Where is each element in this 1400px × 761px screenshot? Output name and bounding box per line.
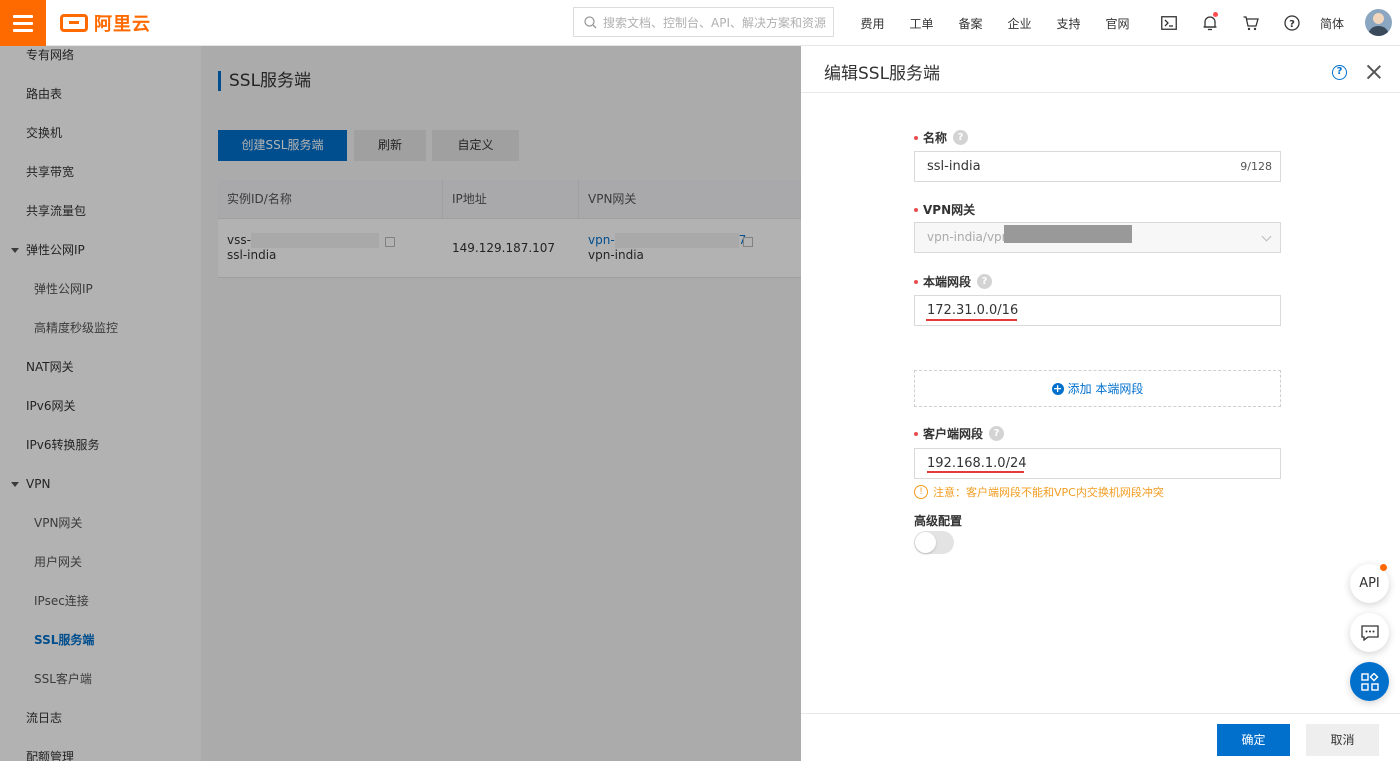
- warning-icon: !: [914, 485, 928, 499]
- svg-text:?: ?: [1289, 19, 1295, 30]
- required-dot: [914, 135, 918, 140]
- terminal-icon[interactable]: [1148, 0, 1189, 46]
- required-dot: [914, 279, 918, 284]
- local-cidr-value: 172.31.0.0/16: [927, 303, 1019, 318]
- help-circle-icon[interactable]: ?: [1271, 0, 1312, 46]
- char-count: 9/128: [1240, 160, 1272, 173]
- name-label-text: 名称: [923, 131, 948, 145]
- question-icon[interactable]: ?: [989, 426, 1005, 441]
- drawer-footer: 确定 取消: [801, 713, 1400, 761]
- close-icon[interactable]: [1367, 65, 1381, 79]
- advanced-config-toggle[interactable]: [914, 531, 954, 554]
- nav-enterprise[interactable]: 企业: [995, 15, 1044, 32]
- question-icon[interactable]: ?: [953, 130, 969, 145]
- search-placeholder: 搜索文档、控制台、API、解决方案和资源: [603, 15, 826, 30]
- required-dot: [914, 207, 918, 212]
- api-button[interactable]: API: [1350, 564, 1389, 603]
- logo-mark-icon: [60, 14, 88, 32]
- vpn-gateway-label: VPN网关: [914, 201, 975, 218]
- local-cidr-label-text: 本端网段: [923, 275, 972, 289]
- toggle-knob: [915, 532, 936, 553]
- add-local-cidr-label: 添加 本端网段: [1067, 382, 1144, 396]
- vpn-gateway-select: vpn-india/vpn-: [914, 222, 1281, 253]
- nav-icp[interactable]: 备案: [946, 15, 995, 32]
- local-cidr-label: 本端网段 ?: [914, 273, 993, 290]
- apps-icon[interactable]: [1350, 662, 1389, 701]
- add-local-cidr-button[interactable]: + 添加 本端网段: [914, 370, 1281, 407]
- nav-support[interactable]: 支持: [1044, 15, 1093, 32]
- client-cidr-input[interactable]: 192.168.1.0/24: [914, 448, 1281, 479]
- name-input[interactable]: ssl-india 9/128: [914, 151, 1281, 182]
- advanced-config-label: 高级配置: [914, 514, 963, 528]
- cancel-button[interactable]: 取消: [1306, 724, 1379, 756]
- nav-tickets[interactable]: 工单: [897, 15, 946, 32]
- aliyun-logo[interactable]: 阿里云: [60, 10, 151, 36]
- modal-overlay[interactable]: [0, 46, 801, 761]
- client-cidr-warning: ! 注意：客户端网段不能和VPC内交换机网段冲突: [914, 484, 1164, 500]
- client-cidr-label: 客户端网段 ?: [914, 425, 1005, 442]
- nav-fees[interactable]: 费用: [848, 15, 897, 32]
- question-icon[interactable]: ?: [977, 274, 993, 289]
- api-label: API: [1359, 576, 1380, 591]
- vpn-gateway-value: vpn-india/vpn-: [927, 230, 1014, 244]
- bell-icon[interactable]: [1189, 0, 1230, 46]
- warning-text: 注意：客户端网段不能和VPC内交换机网段冲突: [933, 486, 1164, 499]
- name-value: ssl-india: [927, 159, 981, 174]
- menu-icon[interactable]: [0, 0, 46, 46]
- redacted-block: [1004, 225, 1132, 243]
- logo-text: 阿里云: [94, 14, 151, 35]
- local-cidr-input[interactable]: 172.31.0.0/16: [914, 295, 1281, 326]
- confirm-button[interactable]: 确定: [1217, 724, 1290, 756]
- required-dot: [914, 431, 918, 436]
- vpn-gateway-label-text: VPN网关: [923, 203, 976, 217]
- search-icon: [584, 15, 597, 28]
- language-switch[interactable]: 简体: [1312, 15, 1352, 32]
- avatar[interactable]: [1365, 9, 1392, 36]
- search-input[interactable]: 搜索文档、控制台、API、解决方案和资源: [573, 7, 834, 37]
- top-icons: ? 简体: [1148, 0, 1352, 46]
- plus-icon: +: [1051, 381, 1064, 395]
- drawer-title: 编辑SSL服务端: [824, 64, 941, 84]
- edit-drawer: 编辑SSL服务端 ? 名称 ? ssl-india 9/128 VPN网关 vp…: [801, 46, 1400, 761]
- client-cidr-label-text: 客户端网段: [923, 427, 984, 441]
- nav-website[interactable]: 官网: [1093, 15, 1142, 32]
- help-icon[interactable]: ?: [1332, 65, 1347, 80]
- name-label: 名称 ?: [914, 129, 969, 146]
- cart-icon[interactable]: [1230, 0, 1271, 46]
- drawer-header: 编辑SSL服务端 ?: [801, 46, 1400, 93]
- notification-dot: [1213, 12, 1218, 17]
- chat-icon[interactable]: [1350, 613, 1389, 652]
- client-cidr-value: 192.168.1.0/24: [927, 456, 1027, 471]
- top-bar: 阿里云 搜索文档、控制台、API、解决方案和资源 费用 工单 备案 企业 支持 …: [0, 0, 1400, 46]
- annotation-underline: [926, 319, 1017, 321]
- annotation-underline: [927, 471, 1024, 473]
- chevron-down-icon: [1261, 231, 1272, 242]
- top-nav: 费用 工单 备案 企业 支持 官网: [848, 0, 1142, 46]
- notification-dot: [1380, 564, 1387, 571]
